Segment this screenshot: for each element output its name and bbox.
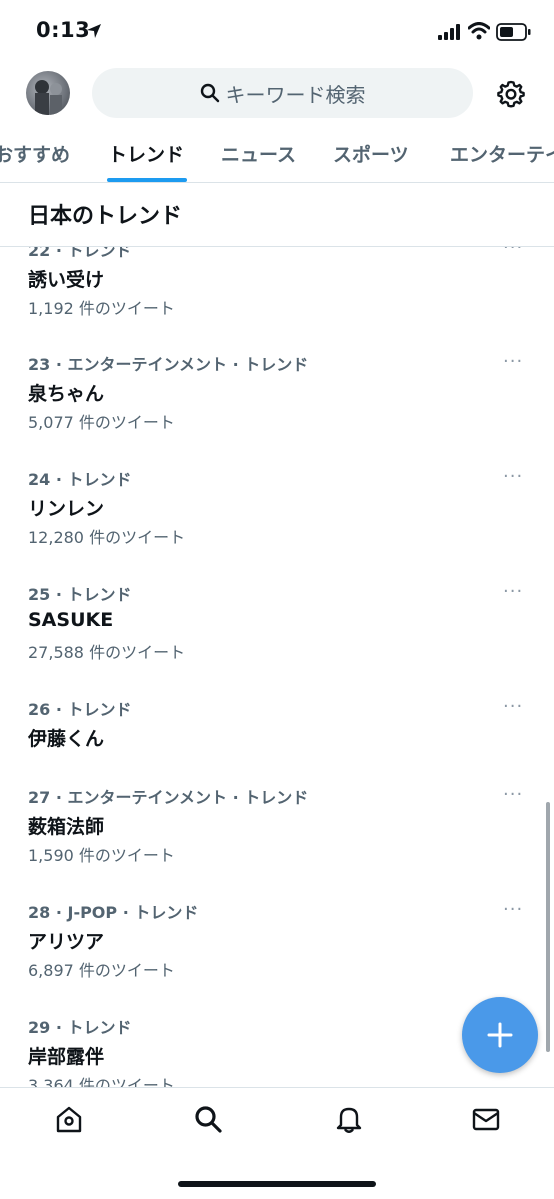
trend-meta: 25 · トレンド [28, 585, 132, 604]
tab-trends[interactable]: トレンド [108, 140, 184, 167]
trend-meta: 29 · トレンド [28, 1018, 132, 1037]
plus-icon [487, 1022, 513, 1048]
location-arrow-icon [87, 24, 101, 38]
trend-meta: 26 · トレンド [28, 700, 132, 719]
trend-tweet-count: 5,077 件のツイート [28, 413, 175, 432]
more-options-icon[interactable]: ··· [503, 696, 523, 717]
avatar[interactable] [26, 71, 70, 115]
trend-name: 薮箱法師 [28, 816, 105, 838]
more-options-icon[interactable]: ··· [503, 247, 523, 258]
cellular-signal-icon [438, 24, 460, 40]
tab-entertainment[interactable]: エンターテイ [450, 140, 554, 167]
trend-item[interactable]: 27 · エンターテインメント · トレンド 薮箱法師 1,590 件のツイート… [0, 784, 554, 899]
trend-name: 泉ちゃん [28, 383, 105, 405]
trend-tweet-count: 1,590 件のツイート [28, 846, 175, 865]
wifi-icon [468, 22, 490, 40]
trend-meta: 22 · トレンド [28, 247, 132, 260]
trend-name: 岸部露伴 [28, 1046, 105, 1068]
trend-name: 伊藤くん [28, 728, 105, 750]
trend-item[interactable]: 24 · トレンド リンレン 12,280 件のツイート ··· [0, 466, 554, 581]
trend-meta: 28 · J-POP · トレンド [28, 903, 199, 922]
more-options-icon[interactable]: ··· [503, 466, 523, 487]
trend-name: 誘い受け [28, 269, 105, 291]
status-time: 0:13 [36, 18, 91, 42]
trend-tweet-count: 1,192 件のツイート [28, 299, 175, 318]
settings-gear-icon[interactable] [496, 79, 526, 109]
scrollbar[interactable] [546, 802, 550, 1052]
search-placeholder: キーワード検索 [225, 82, 366, 107]
trend-name: SASUKE [28, 609, 114, 631]
battery-icon [496, 23, 531, 41]
search-bar[interactable]: キーワード検索 [92, 68, 473, 118]
trend-tweet-count: 12,280 件のツイート [28, 528, 186, 547]
trend-meta: 23 · エンターテインメント · トレンド [28, 355, 309, 374]
trend-item[interactable]: 23 · エンターテインメント · トレンド 泉ちゃん 5,077 件のツイート… [0, 351, 554, 466]
more-options-icon[interactable]: ··· [503, 784, 523, 805]
search-icon[interactable] [193, 1104, 223, 1134]
trend-tweet-count: 3,364 件のツイート [28, 1076, 175, 1087]
section-title: 日本のトレンド [28, 204, 183, 229]
trend-item[interactable]: 25 · トレンド SASUKE 27,588 件のツイート ··· [0, 581, 554, 696]
more-options-icon[interactable]: ··· [503, 581, 523, 602]
trend-list: 22 · トレンド 誘い受け 1,192 件のツイート ··· 23 · エンタ… [0, 247, 554, 1087]
trend-name: リンレン [28, 498, 105, 520]
home-indicator[interactable] [178, 1181, 376, 1187]
tab-bar: おすすめ トレンド ニュース スポーツ エンターテイ [0, 126, 554, 182]
tab-divider [0, 182, 554, 183]
trend-meta: 24 · トレンド [28, 470, 132, 489]
compose-tweet-button[interactable] [462, 997, 538, 1073]
tab-news[interactable]: ニュース [221, 140, 296, 167]
search-icon [200, 83, 219, 103]
more-options-icon[interactable]: ··· [503, 899, 523, 920]
home-icon[interactable] [54, 1104, 84, 1134]
mail-icon[interactable] [471, 1104, 501, 1134]
trend-name: アリツア [28, 931, 105, 953]
trend-tweet-count: 6,897 件のツイート [28, 961, 175, 980]
avatar-image [35, 80, 62, 115]
tab-recommended[interactable]: おすすめ [0, 140, 70, 167]
trend-item[interactable]: 22 · トレンド 誘い受け 1,192 件のツイート ··· [0, 247, 554, 352]
trend-item[interactable]: 28 · J-POP · トレンド アリツア 6,897 件のツイート ··· [0, 899, 554, 1014]
trend-meta: 27 · エンターテインメント · トレンド [28, 788, 309, 807]
tab-sports[interactable]: スポーツ [333, 140, 409, 167]
bell-icon[interactable] [334, 1104, 364, 1134]
trend-tweet-count: 27,588 件のツイート [28, 643, 186, 662]
more-options-icon[interactable]: ··· [503, 351, 523, 372]
